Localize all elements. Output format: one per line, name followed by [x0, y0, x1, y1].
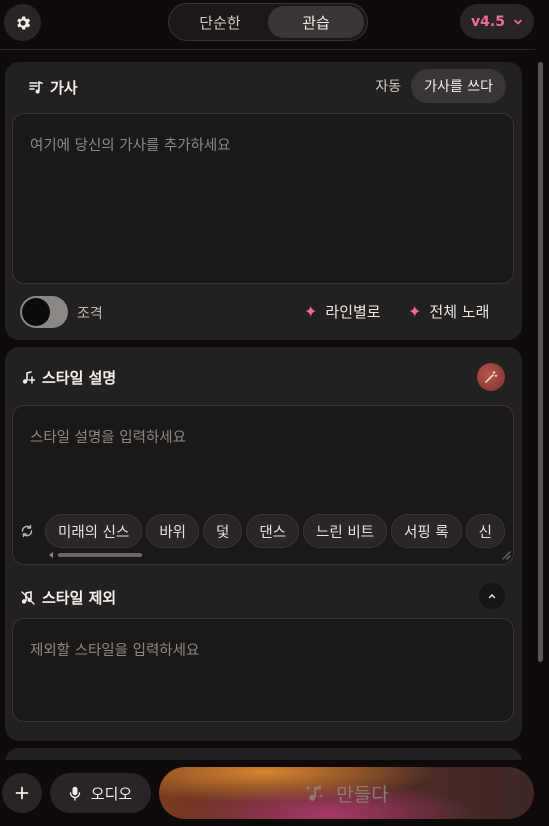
page-scrollbar[interactable] — [536, 50, 546, 750]
generate-by-line-label: 라인별로 — [325, 303, 381, 321]
style-chip[interactable]: 신 — [465, 514, 505, 548]
style-chip[interactable]: 댄스 — [246, 514, 300, 548]
lyrics-mode-auto[interactable]: 자동 — [375, 76, 401, 96]
chip-scrollbar[interactable] — [48, 552, 148, 558]
chevron-up-icon — [488, 593, 496, 599]
scroll-left-arrow-icon — [49, 552, 53, 558]
music-note-minus-icon — [21, 590, 35, 605]
sparkle-icon: ✦ — [408, 302, 422, 321]
style-chip[interactable]: 덫 — [203, 514, 243, 548]
exclude-title-label: 스타일 제외 — [42, 589, 117, 607]
style-title: 스타일 설명 — [21, 367, 116, 388]
create-button[interactable]: 만들다 — [159, 767, 534, 819]
version-label: v4.5 — [471, 13, 505, 30]
mode-toggle: 단순한 관습 — [168, 3, 368, 41]
microphone-icon — [69, 786, 80, 801]
lyrics-mode-write[interactable]: 가사를 쓰다 — [411, 69, 506, 103]
style-chip[interactable]: 바위 — [146, 514, 199, 548]
lyrics-title: 가사 — [29, 77, 78, 98]
lyrics-title-label: 가사 — [50, 79, 78, 97]
style-chip[interactable]: 느린 비트 — [303, 514, 387, 548]
sparkle-note-icon — [305, 785, 324, 801]
page-scrollbar-thumb[interactable] — [538, 62, 543, 662]
instrumental-toggle[interactable] — [20, 296, 68, 328]
chevron-down-icon — [514, 19, 522, 25]
version-dropdown[interactable]: v4.5 — [460, 4, 534, 39]
music-note-plus-icon — [22, 370, 35, 384]
exclude-collapse-button[interactable] — [479, 583, 505, 609]
chip-scrollbar-thumb[interactable] — [58, 553, 142, 557]
magic-style-button[interactable] — [477, 363, 505, 391]
plus-icon — [15, 786, 29, 800]
sparkle-icon: ✦ — [304, 302, 318, 321]
create-label: 만들다 — [336, 783, 389, 806]
generate-by-line-button[interactable]: ✦ 라인별로 — [304, 301, 381, 322]
mode-simple-option[interactable]: 단순한 — [172, 6, 268, 38]
style-placeholder: 스타일 설명을 입력하세요 — [30, 430, 186, 446]
lyrics-panel: 가사 자동 가사를 쓰다 여기에 당신의 가사를 추가하세요 조격 ✦ 라인별로… — [5, 62, 522, 340]
style-chip[interactable]: 서핑 록 — [391, 514, 462, 548]
top-divider — [0, 49, 535, 50]
refresh-icon — [21, 524, 33, 538]
app-root: 단순한 관습 v4.5 가사 자동 가사를 쓰다 여기에 당신의 가사를 추가하… — [0, 0, 549, 826]
bottom-bar: 오디오 만들다 — [0, 760, 549, 826]
gear-icon — [16, 16, 30, 29]
top-bar: 단순한 관습 v4.5 — [0, 0, 549, 48]
lyrics-mode-selector: 자동 가사를 쓰다 — [375, 69, 506, 103]
style-title-label: 스타일 설명 — [42, 369, 117, 387]
lyrics-input[interactable]: 여기에 당신의 가사를 추가하세요 — [12, 113, 514, 284]
lyrics-note-icon — [29, 80, 43, 93]
style-panel: 스타일 설명 스타일 설명을 입력하세요 미래의 신스 바위 덫 댄스 느린 비… — [5, 347, 522, 741]
audio-button[interactable]: 오디오 — [50, 773, 151, 813]
instrumental-toggle-knob — [22, 298, 50, 326]
refresh-suggestions-button[interactable] — [13, 517, 41, 545]
generate-full-song-button[interactable]: ✦ 전체 노래 — [408, 301, 489, 322]
exclude-placeholder: 제외할 스타일을 입력하세요 — [30, 643, 200, 659]
instrumental-toggle-label: 조격 — [77, 306, 103, 322]
exclude-input[interactable]: 제외할 스타일을 입력하세요 — [12, 618, 514, 722]
generate-full-song-label: 전체 노래 — [429, 303, 490, 321]
style-chip[interactable]: 미래의 신스 — [45, 514, 143, 548]
style-suggestion-chips: 미래의 신스 바위 덫 댄스 느린 비트 서핑 록 신 — [13, 513, 515, 549]
settings-button[interactable] — [4, 4, 41, 41]
exclude-title: 스타일 제외 — [21, 587, 116, 608]
mode-custom-option[interactable]: 관습 — [268, 6, 364, 38]
resize-handle-icon[interactable] — [500, 549, 512, 561]
magic-wand-icon — [485, 370, 498, 383]
lyrics-placeholder: 여기에 당신의 가사를 추가하세요 — [30, 138, 231, 154]
add-button[interactable] — [2, 773, 42, 813]
audio-label: 오디오 — [90, 784, 133, 803]
